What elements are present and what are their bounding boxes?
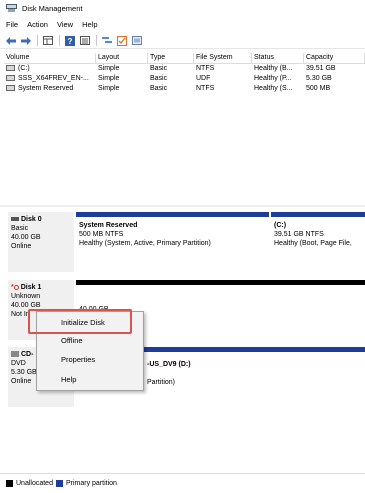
list-icon[interactable]	[79, 35, 91, 47]
cell-capacity: 39.51 GB	[306, 65, 336, 72]
view-icon[interactable]	[42, 35, 54, 47]
cell-capacity: 500 MB	[306, 85, 331, 92]
menu-item-properties[interactable]: Properties	[37, 351, 143, 369]
disk-0-name: Disk 0	[21, 216, 42, 223]
partition-size: 39.51 GB NTFS	[274, 231, 324, 238]
partition-system-reserved[interactable]: System Reserved 500 MB NTFS Healthy (Sys…	[76, 212, 269, 272]
partition-status: Partition)	[147, 379, 176, 386]
disk-1-name: Disk 1	[20, 284, 42, 291]
partition-status: Healthy (System, Active, Primary Partiti…	[79, 240, 211, 247]
menu-item-offline[interactable]: Offline	[37, 332, 143, 350]
cell-layout: Simple	[98, 85, 120, 92]
toolbar: ?	[0, 33, 365, 49]
menu-item-help[interactable]: Help	[37, 371, 143, 389]
partition-name: -US_DV9 (D:)	[147, 361, 191, 368]
toolbar-separator	[96, 35, 97, 46]
disk-icon	[11, 217, 19, 222]
menu-bar: File Action View Help	[0, 17, 365, 31]
column-type[interactable]: Type	[148, 53, 194, 63]
svg-text:?: ?	[68, 37, 73, 46]
legend: Unallocated Primary partition	[0, 473, 365, 493]
cell-type: Basic	[150, 75, 168, 82]
cd-drive-icon	[11, 351, 19, 358]
cell-status: Healthy (S...	[254, 85, 293, 92]
partition-name: System Reserved	[79, 222, 138, 229]
properties-icon[interactable]	[116, 35, 128, 47]
disk-0-label[interactable]: Disk 0 Basic 40.00 GB Online	[8, 212, 74, 272]
menu-help[interactable]: Help	[82, 20, 97, 29]
pane-splitter[interactable]	[0, 205, 365, 207]
column-file-system[interactable]: File System	[194, 53, 252, 63]
column-volume[interactable]: Volume	[4, 53, 96, 63]
menu-action[interactable]: Action	[27, 20, 48, 29]
table-row[interactable]: (C:) Simple Basic NTFS Healthy (B... 39.…	[4, 64, 365, 74]
partition-size: 500 MB NTFS	[79, 231, 124, 238]
legend-primary: Primary partition	[65, 480, 117, 487]
cell-volume: System Reserved	[18, 85, 74, 92]
cell-status: Healthy (P...	[254, 75, 292, 82]
table-row[interactable]: SSS_X64FREV_EN-... Simple Basic UDF Heal…	[4, 74, 365, 84]
toolbar-separator	[59, 35, 60, 46]
column-layout[interactable]: Layout	[96, 53, 148, 63]
cell-file-system: UDF	[196, 75, 211, 82]
back-icon[interactable]	[5, 35, 17, 47]
cell-status: Healthy (B...	[254, 65, 293, 72]
column-capacity[interactable]: Capacity	[304, 53, 365, 63]
partition-c[interactable]: (C:) 39.51 GB NTFS Healthy (Boot, Page F…	[271, 212, 365, 272]
refresh-icon[interactable]	[101, 35, 113, 47]
cell-layout: Simple	[98, 65, 120, 72]
partition-status: Healthy (Boot, Page File,	[274, 240, 352, 247]
title-bar: Disk Management	[0, 0, 365, 16]
window-title: Disk Management	[22, 3, 83, 13]
disk-icon[interactable]	[131, 35, 143, 47]
volume-icon	[6, 85, 15, 92]
disk-management-icon	[6, 3, 17, 13]
help-icon[interactable]: ?	[64, 35, 76, 47]
cell-file-system: NTFS	[196, 65, 215, 72]
legend-unallocated: Unallocated	[16, 480, 53, 487]
volume-list: Volume Layout Type File System Status Ca…	[4, 53, 365, 94]
cell-volume: (C:)	[18, 65, 30, 72]
cell-capacity: 5.30 GB	[306, 75, 332, 82]
menu-view[interactable]: View	[57, 20, 73, 29]
forward-icon[interactable]	[20, 35, 32, 47]
cell-volume: SSS_X64FREV_EN-...	[18, 75, 89, 82]
volume-icon	[6, 65, 15, 72]
column-status[interactable]: Status	[252, 53, 304, 63]
cell-file-system: NTFS	[196, 85, 215, 92]
toolbar-separator	[37, 35, 38, 46]
unallocated-swatch	[6, 480, 13, 487]
cell-type: Basic	[150, 65, 168, 72]
disk-0-status: Online	[11, 243, 32, 250]
cell-type: Basic	[150, 85, 168, 92]
volume-list-header: Volume Layout Type File System Status Ca…	[4, 53, 365, 64]
table-row[interactable]: System Reserved Simple Basic NTFS Health…	[4, 84, 365, 94]
cell-layout: Simple	[98, 75, 120, 82]
partition-name: (C:)	[274, 222, 287, 229]
primary-swatch	[55, 480, 63, 487]
highlight-box	[28, 309, 132, 334]
menu-file[interactable]: File	[6, 20, 18, 29]
disk-0-size: 40.00 GB	[11, 234, 41, 241]
disk-error-icon	[13, 284, 19, 290]
cd-rom-name: CD-	[21, 351, 34, 358]
disk-1-type: Unknown	[11, 293, 41, 300]
dvd-volume-icon	[6, 75, 15, 82]
disk-0-type: Basic	[11, 225, 29, 232]
